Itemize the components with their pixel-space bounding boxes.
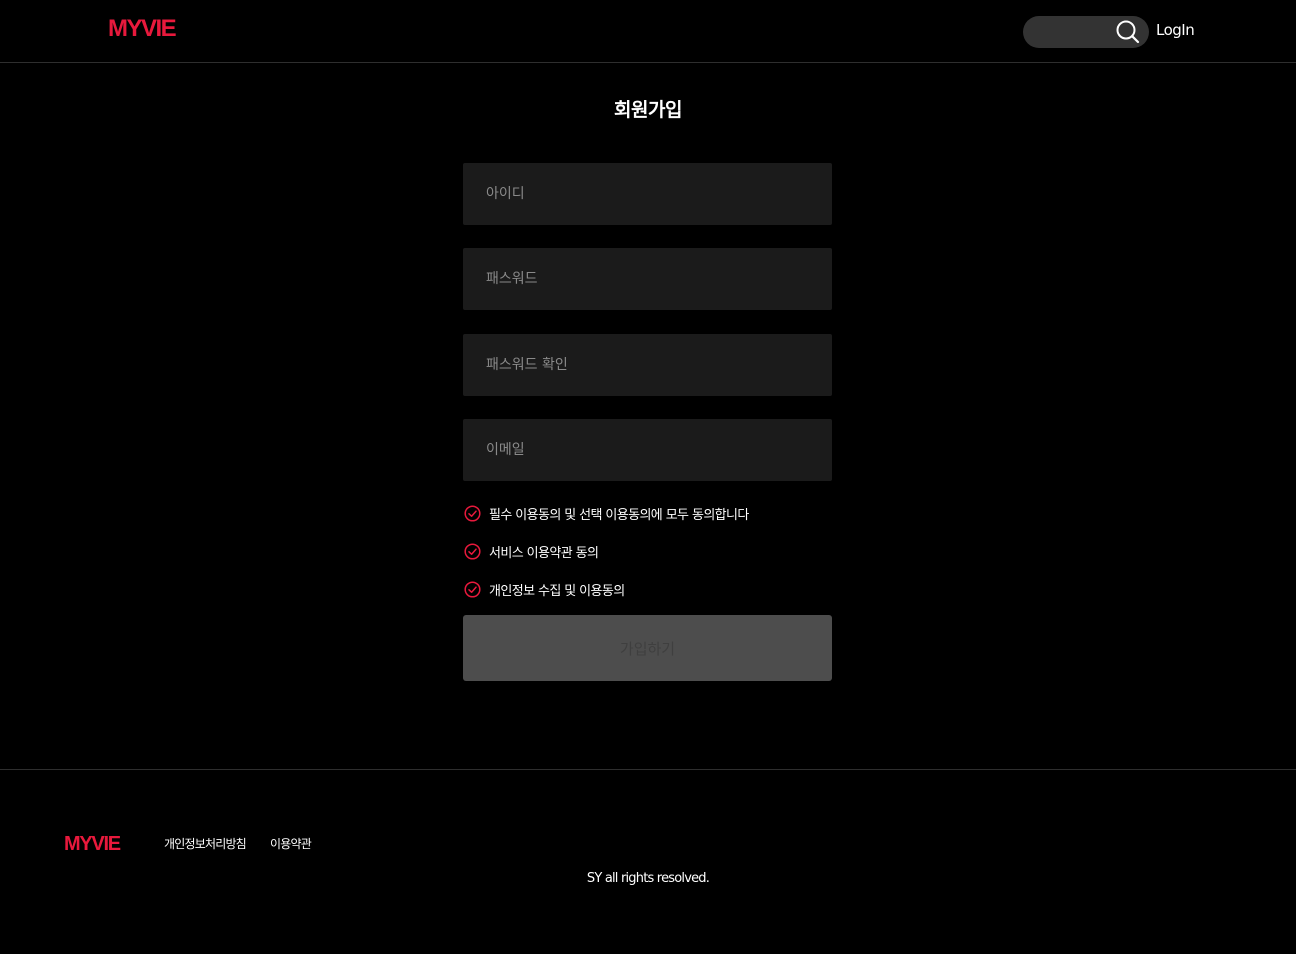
site-header: MYVIE LogIn <box>0 0 1296 63</box>
footer-divider <box>0 769 1296 770</box>
agree-all-label: 필수 이용동의 및 선택 이용동의에 모두 동의합니다 <box>489 507 749 523</box>
signup-page: MYVIE LogIn 회원가입 필수 이용동의 및 선택 이용동의에 모두 동… <box>0 0 1296 954</box>
agree-privacy-checkbox[interactable]: 개인정보 수집 및 이용동의 <box>464 579 625 599</box>
page-title: 회원가입 <box>614 99 682 121</box>
password-input[interactable] <box>463 248 832 310</box>
check-circle-icon[interactable] <box>464 504 481 522</box>
agree-terms-checkbox[interactable]: 서비스 이용약관 동의 <box>464 541 599 561</box>
privacy-policy-link[interactable]: 개인정보처리방침 <box>164 835 247 852</box>
terms-link[interactable]: 이용약관 <box>270 835 312 852</box>
copyright-text: SY all rights resolved. <box>586 871 710 886</box>
login-link[interactable]: LogIn <box>1156 21 1195 39</box>
email-input[interactable] <box>463 419 832 481</box>
check-circle-icon[interactable] <box>464 542 481 560</box>
agree-terms-label: 서비스 이용약관 동의 <box>489 545 599 561</box>
brand-logo[interactable]: MYVIE <box>108 15 177 43</box>
footer-logo[interactable]: MYVIE <box>64 833 121 856</box>
id-input[interactable] <box>463 163 832 225</box>
check-circle-icon[interactable] <box>464 580 481 598</box>
signup-submit-button[interactable]: 가입하기 <box>463 615 832 681</box>
search-icon[interactable] <box>1115 19 1141 45</box>
agree-all-checkbox[interactable]: 필수 이용동의 및 선택 이용동의에 모두 동의합니다 <box>464 503 749 523</box>
agree-privacy-label: 개인정보 수집 및 이용동의 <box>489 583 625 599</box>
password-confirm-input[interactable] <box>463 334 832 396</box>
search-box[interactable] <box>1023 16 1149 48</box>
